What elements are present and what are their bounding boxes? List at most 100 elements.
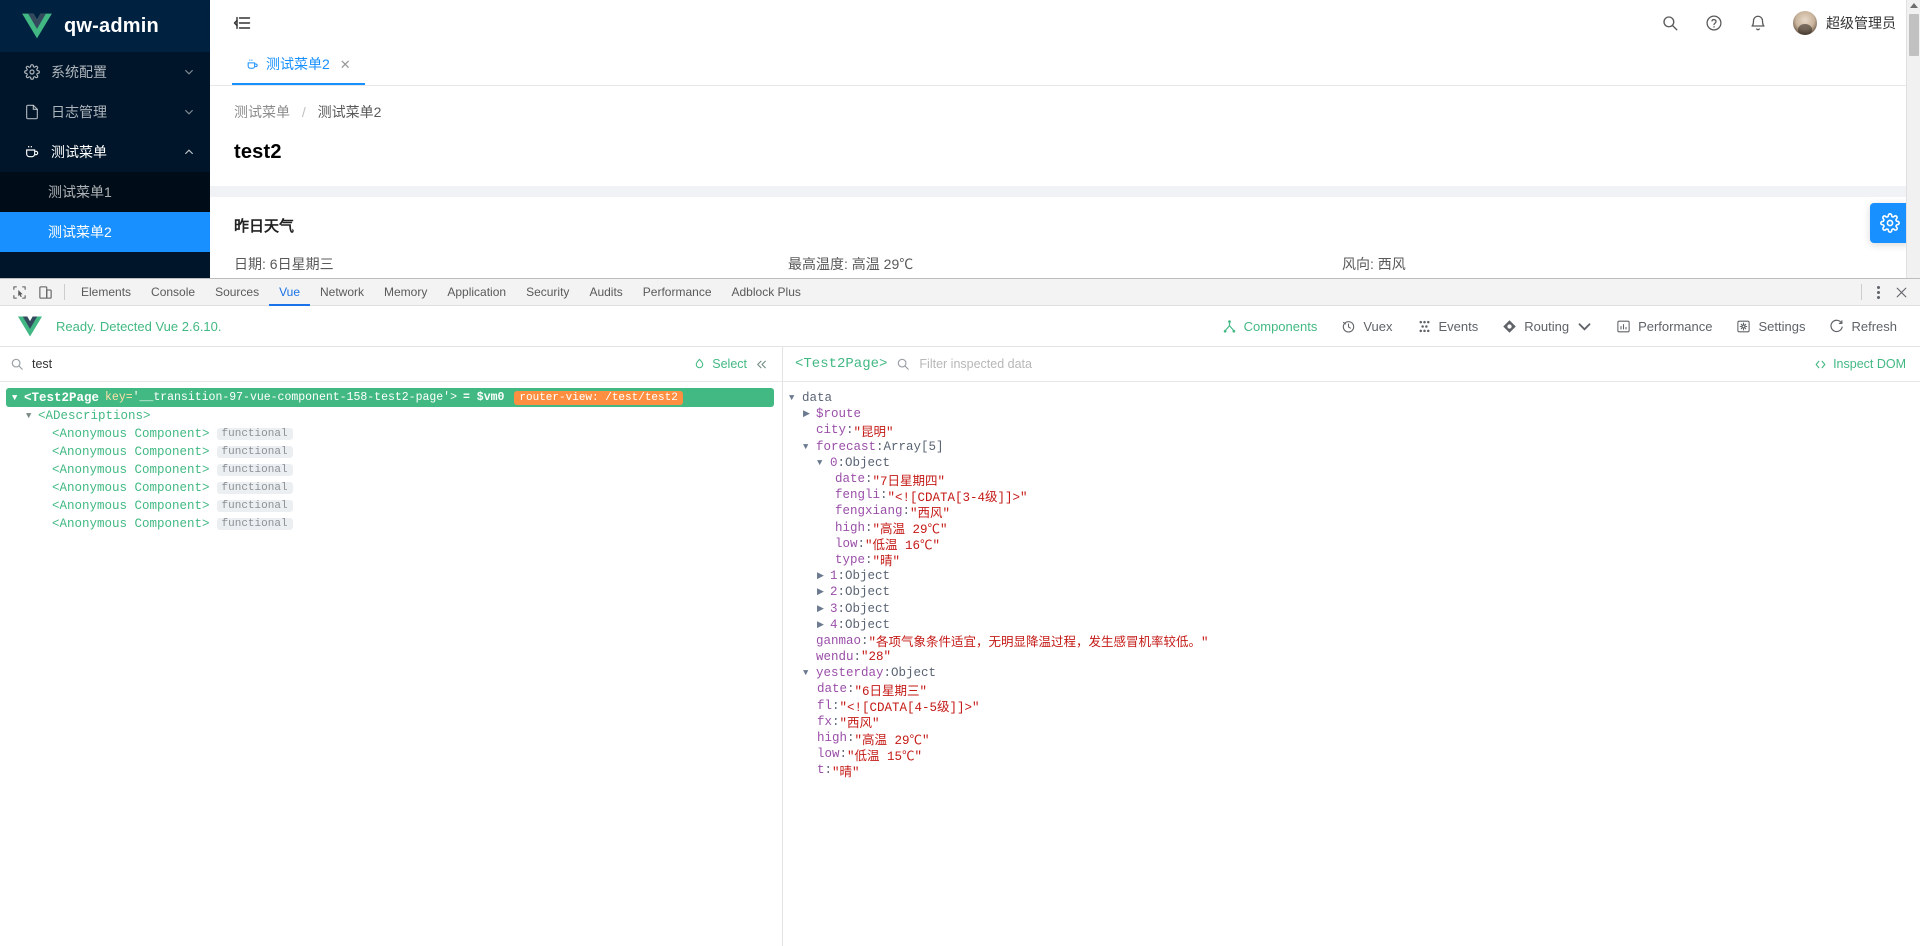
inspect-dom-button[interactable]: Inspect DOM xyxy=(1814,357,1906,371)
sidebar-logo[interactable]: qw-admin xyxy=(0,0,210,52)
data-row[interactable]: ▶ $route xyxy=(789,406,1920,422)
chevron-up-icon xyxy=(185,149,193,155)
devtools-tab-console[interactable]: Console xyxy=(141,279,205,306)
data-row[interactable]: ▶ 4: Object xyxy=(789,617,1920,633)
chevron-down-icon[interactable]: ▼ xyxy=(803,668,816,678)
devtools-tab-network[interactable]: Network xyxy=(310,279,374,306)
data-row[interactable]: ▶ 3: Object xyxy=(789,600,1920,616)
devtools-tab-adblock-plus[interactable]: Adblock Plus xyxy=(722,279,811,306)
tree-row[interactable]: <Anonymous Component> functional xyxy=(0,515,782,533)
tree-row[interactable]: <Anonymous Component> functional xyxy=(0,461,782,479)
chevron-down-icon[interactable]: ▼ xyxy=(817,458,830,468)
vue-nav-performance[interactable]: Performance xyxy=(1607,314,1721,339)
vue-nav-events[interactable]: Events xyxy=(1408,314,1488,339)
data-row[interactable]: ▼ forecast: Array[5] xyxy=(789,439,1920,455)
tab-test-menu-2[interactable]: 测试菜单2 ✕ xyxy=(232,45,365,85)
data-key: fl xyxy=(817,698,833,713)
theme-settings-button[interactable] xyxy=(1870,203,1910,243)
chevron-right-icon[interactable]: ▶ xyxy=(817,604,830,614)
data-separator: : xyxy=(861,633,869,648)
menu-fold-icon[interactable] xyxy=(232,13,252,33)
tab-close-icon[interactable]: ✕ xyxy=(340,58,351,71)
devtools-tab-performance[interactable]: Performance xyxy=(633,279,722,306)
data-row[interactable]: ▼ 0: Object xyxy=(789,455,1920,471)
data-row[interactable]: wendu: "28" xyxy=(789,649,1920,665)
scrollbar-thumb[interactable] xyxy=(1909,14,1919,56)
sidebar: qw-admin 系统配置 日志管理 测试菜单 测试菜单1 测试菜单2 xyxy=(0,0,210,278)
data-key: date xyxy=(835,472,866,487)
chevron-down-icon[interactable]: ▼ xyxy=(803,442,816,452)
data-row[interactable]: fx: "西风" xyxy=(789,714,1920,732)
sidebar-item-test-menu[interactable]: 测试菜单 xyxy=(0,132,210,172)
vue-nav-refresh[interactable]: Refresh xyxy=(1820,314,1906,339)
component-filter-input[interactable] xyxy=(32,357,686,371)
devtools-tab-memory[interactable]: Memory xyxy=(374,279,437,306)
data-row[interactable]: ▶ 1: Object xyxy=(789,568,1920,584)
data-row[interactable]: high: "高温 29℃" xyxy=(789,730,1920,748)
close-icon[interactable] xyxy=(1888,279,1914,305)
data-row[interactable]: high: "高温 29℃" xyxy=(789,520,1920,538)
chevron-down-icon[interactable]: ▼ xyxy=(26,411,38,421)
devtools-tab-security[interactable]: Security xyxy=(516,279,579,306)
vue-nav-routing[interactable]: Routing xyxy=(1493,314,1601,339)
component-attr-value: '__transition-97-vue-component-158-test2… xyxy=(132,391,457,404)
tree-row[interactable]: <Anonymous Component> functional xyxy=(0,443,782,461)
collapse-all-button[interactable] xyxy=(755,358,768,371)
tree-row[interactable]: <Anonymous Component> functional xyxy=(0,425,782,443)
sidebar-item-test-menu-1[interactable]: 测试菜单1 xyxy=(0,172,210,212)
tree-row[interactable]: ▼ <ADescriptions> xyxy=(0,407,782,425)
chevron-right-icon[interactable]: ▶ xyxy=(817,571,830,581)
data-row[interactable]: fengxiang: "西风" xyxy=(789,503,1920,521)
devtools-tab-audits[interactable]: Audits xyxy=(579,279,632,306)
question-circle-icon[interactable] xyxy=(1705,14,1723,32)
inspect-element-icon[interactable] xyxy=(6,279,32,305)
search-icon[interactable] xyxy=(1661,14,1679,32)
data-row[interactable]: date: "7日星期四" xyxy=(789,471,1920,489)
inspector-filter-input[interactable] xyxy=(919,357,1806,371)
devtools-tab-elements[interactable]: Elements xyxy=(71,279,141,306)
breadcrumb-parent[interactable]: 测试菜单 xyxy=(234,104,290,120)
chevron-right-icon[interactable]: ▶ xyxy=(803,409,816,419)
bell-icon[interactable] xyxy=(1749,14,1767,32)
sidebar-item-test-menu-2[interactable]: 测试菜单2 xyxy=(0,212,210,252)
data-row[interactable]: t: "晴" xyxy=(789,762,1920,778)
chevron-right-icon[interactable]: ▶ xyxy=(817,620,830,630)
data-row[interactable]: ganmao: "各项气象条件适宜，无明显降温过程，发生感冒机率较低。" xyxy=(789,633,1920,651)
data-key: ganmao xyxy=(816,633,862,648)
data-row[interactable]: ▶ 2: Object xyxy=(789,584,1920,600)
sidebar-item-label: 日志管理 xyxy=(51,104,107,120)
scroll-up-arrow[interactable] xyxy=(1910,3,1918,8)
data-row[interactable]: ▼ yesterday: Object xyxy=(789,665,1920,681)
data-row[interactable]: fl: "<![CDATA[4-5级]]>" xyxy=(789,698,1920,716)
chevron-right-icon[interactable]: ▶ xyxy=(817,587,830,597)
data-key: city xyxy=(816,423,847,438)
user-menu[interactable]: 超级管理员 xyxy=(1793,11,1896,35)
data-row[interactable]: fengli: "<![CDATA[3-4级]]>" xyxy=(789,487,1920,505)
vue-nav-vuex[interactable]: Vuex xyxy=(1332,314,1401,339)
page-scrollbar[interactable] xyxy=(1906,0,1920,278)
kebab-menu-icon[interactable] xyxy=(1868,285,1888,299)
data-row[interactable]: low: "低温 15℃" xyxy=(789,746,1920,764)
data-row[interactable]: low: "低温 16℃" xyxy=(789,536,1920,554)
sidebar-item-log-management[interactable]: 日志管理 xyxy=(0,92,210,132)
data-section-header[interactable]: ▼ data xyxy=(789,390,1920,406)
data-row[interactable]: city: "昆明" xyxy=(789,422,1920,440)
devtools-tab-application[interactable]: Application xyxy=(437,279,516,306)
vue-nav-settings[interactable]: Settings xyxy=(1727,314,1814,339)
data-row[interactable]: date: "6日星期三" xyxy=(789,681,1920,699)
vue-nav-components[interactable]: Components xyxy=(1213,314,1327,339)
chevrons-icon xyxy=(757,360,766,368)
device-toolbar-icon[interactable] xyxy=(32,279,58,305)
chevron-down-icon[interactable]: ▼ xyxy=(12,393,24,403)
devtools-tab-vue[interactable]: Vue xyxy=(269,279,310,306)
sidebar-item-system-config[interactable]: 系统配置 xyxy=(0,52,210,92)
component-tag: <Anonymous Component> xyxy=(52,517,210,531)
chevron-down-icon[interactable]: ▼ xyxy=(789,393,802,403)
tree-row[interactable]: <Anonymous Component> functional xyxy=(0,497,782,515)
breadcrumb-current: 测试菜单2 xyxy=(317,104,382,120)
data-row[interactable]: type: "晴" xyxy=(789,552,1920,570)
select-component-button[interactable]: Select xyxy=(693,357,747,371)
devtools-tab-sources[interactable]: Sources xyxy=(205,279,269,306)
tree-row[interactable]: ▼ <Test2Page key= '__transition-97-vue-c… xyxy=(6,388,774,407)
tree-row[interactable]: <Anonymous Component> functional xyxy=(0,479,782,497)
